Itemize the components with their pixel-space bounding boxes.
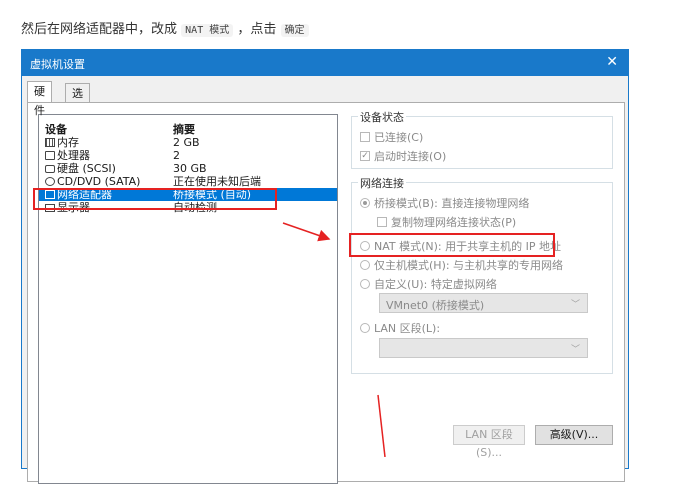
tab-hardware[interactable]: 硬件 — [27, 81, 52, 117]
annotation-overlay — [282, 222, 386, 457]
annotation-arrow — [282, 222, 331, 242]
annotation-line — [377, 394, 386, 457]
